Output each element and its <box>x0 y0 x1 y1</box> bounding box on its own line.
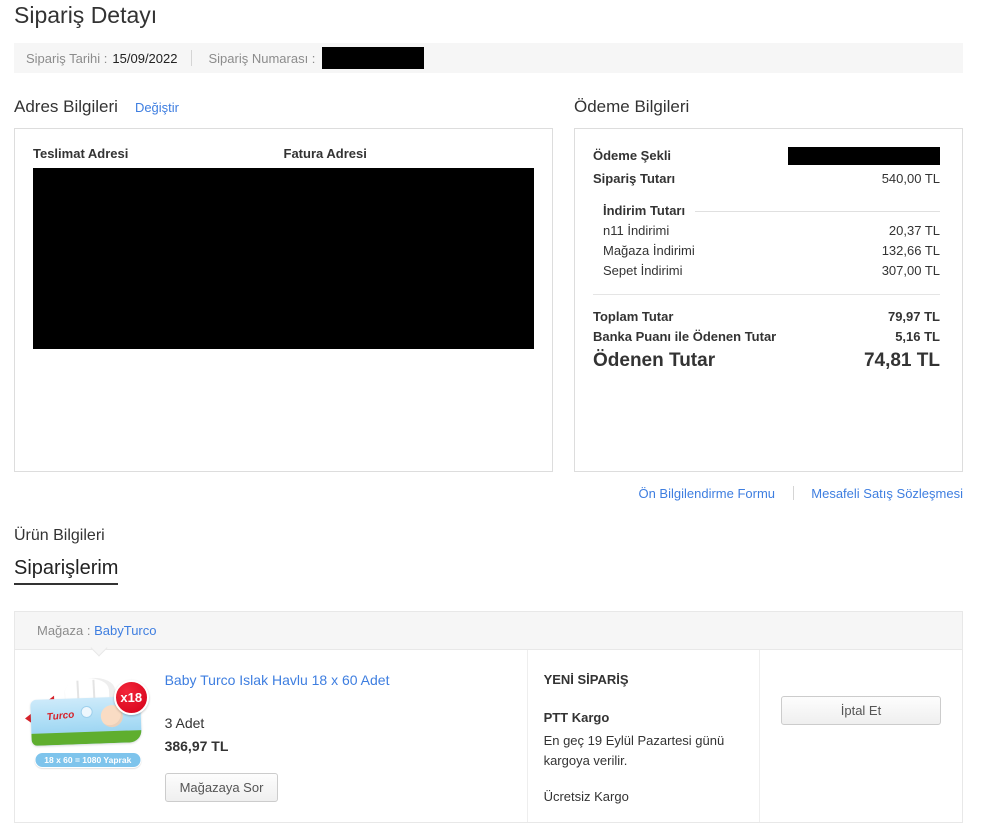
store-header: Mağaza : BabyTurco <box>15 612 962 657</box>
x18-badge: x18 <box>113 680 149 715</box>
distance-sales-contract-link[interactable]: Mesafeli Satış Sözleşmesi <box>811 486 963 501</box>
invoice-address-header: Fatura Adresi <box>283 146 367 161</box>
package-grass <box>31 730 142 746</box>
paid-amount-value: 74,81 TL <box>863 350 940 371</box>
paid-amount-label: Ödenen Tutar <box>593 350 716 371</box>
order-status-cell: YENİ SİPARİŞ PTT Kargo En geç 19 Eylül P… <box>526 650 759 823</box>
store-link[interactable]: BabyTurco <box>94 623 156 638</box>
payment-method-redacted <box>788 147 940 165</box>
change-address-link[interactable]: Değiştir <box>135 100 179 115</box>
payment-method-label: Ödeme Şekli <box>593 148 672 163</box>
discount-label: n11 İndirimi <box>603 223 670 238</box>
order-number-redacted <box>322 47 425 69</box>
order-number-label: Sipariş Numarası : <box>208 50 316 66</box>
payment-section: Ödeme Bilgileri Ödeme Şekli Sipariş Tuta… <box>574 97 963 472</box>
tab-my-orders[interactable]: Siparişlerim <box>14 557 119 585</box>
pack-info-pill: 18 x 60 = 1080 Yaprak <box>34 752 142 768</box>
discount-value: 307,00 TL <box>881 263 940 278</box>
order-summary-bar: Sipariş Tarihi : 15/09/2022 Sipariş Numa… <box>14 43 963 73</box>
discount-heading: İndirim Tutarı <box>603 203 686 218</box>
address-panel: Teslimat Adresi Fatura Adresi <box>14 128 553 472</box>
page-title: Sipariş Detayı <box>14 2 158 28</box>
order-date-value: 15/09/2022 <box>112 50 178 66</box>
total-amount-value: 79,97 TL <box>887 309 940 324</box>
cargo-company: PTT Kargo <box>543 710 610 725</box>
cancel-order-button[interactable]: İptal Et <box>780 696 941 725</box>
bank-points-value: 5,16 TL <box>895 329 940 344</box>
order-action-cell: İptal Et <box>758 650 962 823</box>
product-image-cell: Turco x18 18 x 60 = 1080 Yaprak <box>15 650 161 822</box>
address-section: Adres Bilgileri Değiştir Teslimat Adresi… <box>14 97 553 472</box>
delivery-address-header: Teslimat Adresi <box>33 146 129 161</box>
total-amount-label: Toplam Tutar <box>593 309 674 324</box>
address-redacted <box>33 168 534 349</box>
payment-heading: Ödeme Bilgileri <box>574 97 690 116</box>
package-stamp <box>80 705 93 719</box>
order-amount-value: 540,00 TL <box>881 171 940 186</box>
discount-block: İndirim Tutarı n11 İndirimi 20,37 TL Mağ… <box>593 201 940 281</box>
product-info-heading: Ürün Bilgileri <box>14 527 105 544</box>
product-price: 386,97 TL <box>164 738 229 754</box>
store-label: Mağaza : <box>37 623 91 638</box>
pre-information-form-link[interactable]: Ön Bilgilendirme Formu <box>638 486 775 501</box>
bank-points-label: Banka Puanı ile Ödenen Tutar <box>593 329 777 344</box>
order-detail-page: Sipariş Detayı Sipariş Tarihi : 15/09/20… <box>0 0 983 823</box>
divider <box>593 294 940 295</box>
package-logo: Turco <box>46 709 75 724</box>
payment-panel: Ödeme Şekli Sipariş Tutarı 540,00 TL İnd… <box>574 128 963 472</box>
product-title-link[interactable]: Baby Turco Islak Havlu 18 x 60 Adet <box>165 672 390 688</box>
ask-store-button[interactable]: Mağazaya Sor <box>164 773 279 802</box>
discount-value: 20,37 TL <box>888 223 940 238</box>
order-card: Mağaza : BabyTurco Turco x18 18 x 60 = 1… <box>14 611 963 823</box>
cargo-note: En geç 19 Eylül Pazartesi günü kargoya v… <box>543 733 725 769</box>
discount-label: Mağaza İndirimi <box>603 243 695 258</box>
order-status: YENİ SİPARİŞ <box>543 672 629 687</box>
divider <box>792 486 794 500</box>
divider <box>191 50 193 66</box>
product-quantity: 3 Adet <box>164 715 205 731</box>
contract-links: Ön Bilgilendirme Formu Mesafeli Satış Sö… <box>14 486 963 504</box>
address-heading: Adres Bilgileri <box>14 97 118 116</box>
discount-value: 132,66 TL <box>881 243 940 258</box>
discount-row: Sepet İndirimi 307,00 TL <box>603 261 940 281</box>
order-date-label: Sipariş Tarihi : <box>26 50 108 66</box>
order-amount-label: Sipariş Tutarı <box>593 171 676 186</box>
discount-label: Sepet İndirimi <box>603 263 683 278</box>
product-image[interactable]: Turco x18 18 x 60 = 1080 Yaprak <box>29 676 149 768</box>
discount-row: n11 İndirimi 20,37 TL <box>603 221 940 241</box>
discount-row: Mağaza İndirimi 132,66 TL <box>603 241 940 261</box>
free-shipping-label: Ücretsiz Kargo <box>543 789 629 805</box>
product-info-cell: Baby Turco Islak Havlu 18 x 60 Adet 3 Ad… <box>161 650 527 822</box>
divider <box>695 210 940 212</box>
